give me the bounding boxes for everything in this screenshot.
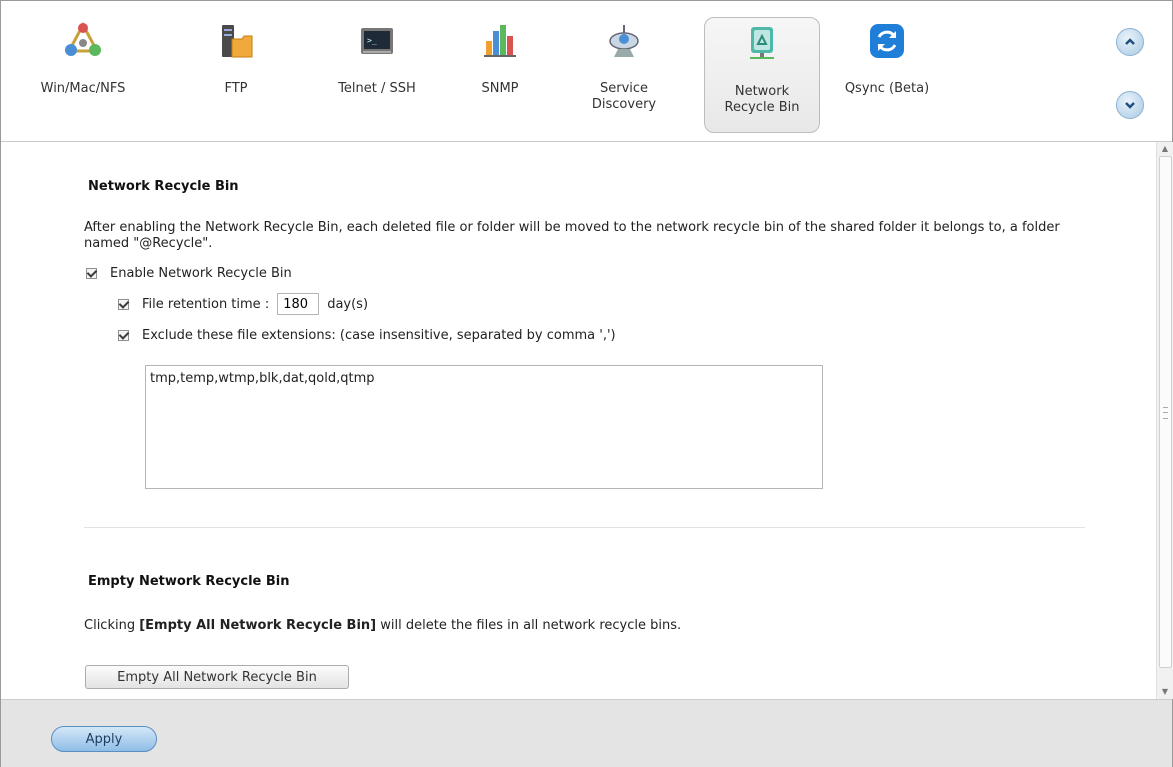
section-title-empty-recycle-bin: Empty Network Recycle Bin xyxy=(88,574,290,589)
tab-label: Qsync (Beta) xyxy=(844,81,930,96)
tab-label: Service Discovery xyxy=(591,81,657,112)
ftp-icon xyxy=(222,25,253,58)
section-divider xyxy=(84,527,1085,528)
vertical-scrollbar[interactable]: ▲ ▼ xyxy=(1156,142,1173,699)
service-discovery-icon xyxy=(609,25,639,57)
apply-button[interactable]: Apply xyxy=(51,726,157,752)
excluded-extensions-field[interactable]: tmp,temp,wtmp,blk,dat,qold,qtmp xyxy=(145,365,823,489)
tab-qsync[interactable]: Qsync (Beta) xyxy=(829,17,945,133)
enable-recycle-bin-checkbox[interactable] xyxy=(86,268,97,279)
tab-snmp[interactable]: SNMP xyxy=(442,17,558,133)
scroll-up-button[interactable] xyxy=(1116,28,1144,56)
recycle-bin-description: After enabling the Network Recycle Bin, … xyxy=(84,220,1060,251)
section-title-recycle-bin: Network Recycle Bin xyxy=(88,179,239,194)
tab-label: Win/Mac/NFS xyxy=(40,81,126,96)
tab-network-recycle-bin[interactable]: Network Recycle Bin xyxy=(704,17,820,133)
telnet-ssh-icon: >_ xyxy=(361,28,393,54)
enable-recycle-bin-row: Enable Network Recycle Bin xyxy=(86,266,292,281)
empty-desc-suffix: will delete the files in all network rec… xyxy=(376,618,682,633)
retention-label: File retention time : xyxy=(142,296,270,312)
empty-all-recycle-bin-button[interactable]: Empty All Network Recycle Bin xyxy=(85,665,349,689)
scrollbar-down-arrow-icon[interactable]: ▼ xyxy=(1157,685,1173,699)
exclude-extensions-checkbox[interactable] xyxy=(118,330,129,341)
exclude-extensions-row: Exclude these file extensions: (case ins… xyxy=(118,328,616,343)
footer-bar: Apply xyxy=(1,699,1172,767)
exclude-extensions-label: Exclude these file extensions: (case ins… xyxy=(142,328,616,343)
tab-label: Telnet / SSH xyxy=(338,81,416,96)
network-recycle-bin-icon xyxy=(750,27,774,59)
empty-recycle-bin-description: Clicking [Empty All Network Recycle Bin]… xyxy=(84,618,681,634)
snmp-icon xyxy=(484,25,516,57)
enable-recycle-bin-label: Enable Network Recycle Bin xyxy=(110,266,292,281)
tab-label: FTP xyxy=(224,81,248,96)
chevron-down-icon xyxy=(1125,102,1135,109)
tab-telnet-ssh[interactable]: >_ Telnet / SSH xyxy=(319,17,435,133)
scrollbar-up-arrow-icon[interactable]: ▲ xyxy=(1157,142,1173,156)
empty-desc-prefix: Clicking xyxy=(84,618,140,633)
chevron-up-icon xyxy=(1125,38,1135,45)
settings-panel: Network Recycle Bin After enabling the N… xyxy=(1,142,1156,699)
tab-win-mac-nfs[interactable]: Win/Mac/NFS xyxy=(25,17,141,133)
tab-label: Network Recycle Bin xyxy=(724,84,800,115)
qsync-icon xyxy=(870,24,904,58)
win-mac-nfs-icon xyxy=(65,21,101,56)
scrollbar-grip-icon xyxy=(1163,407,1168,419)
scroll-down-button[interactable] xyxy=(1116,91,1144,119)
empty-desc-bold: [Empty All Network Recycle Bin] xyxy=(139,618,377,633)
retention-checkbox[interactable] xyxy=(118,298,129,310)
tab-label: SNMP xyxy=(481,81,519,96)
tab-ftp[interactable]: FTP xyxy=(178,17,294,133)
service-toolbar: Win/Mac/NFS FTP >_ Telnet / SSH SNMP Ser… xyxy=(1,1,1172,142)
retention-days-input[interactable] xyxy=(277,293,320,315)
retention-row: File retention time : day(s) xyxy=(118,293,368,315)
svg-text:>_: >_ xyxy=(367,36,377,45)
retention-unit: day(s) xyxy=(327,296,369,312)
scrollbar-thumb[interactable] xyxy=(1159,156,1172,668)
tab-service-discovery[interactable]: Service Discovery xyxy=(566,17,682,133)
